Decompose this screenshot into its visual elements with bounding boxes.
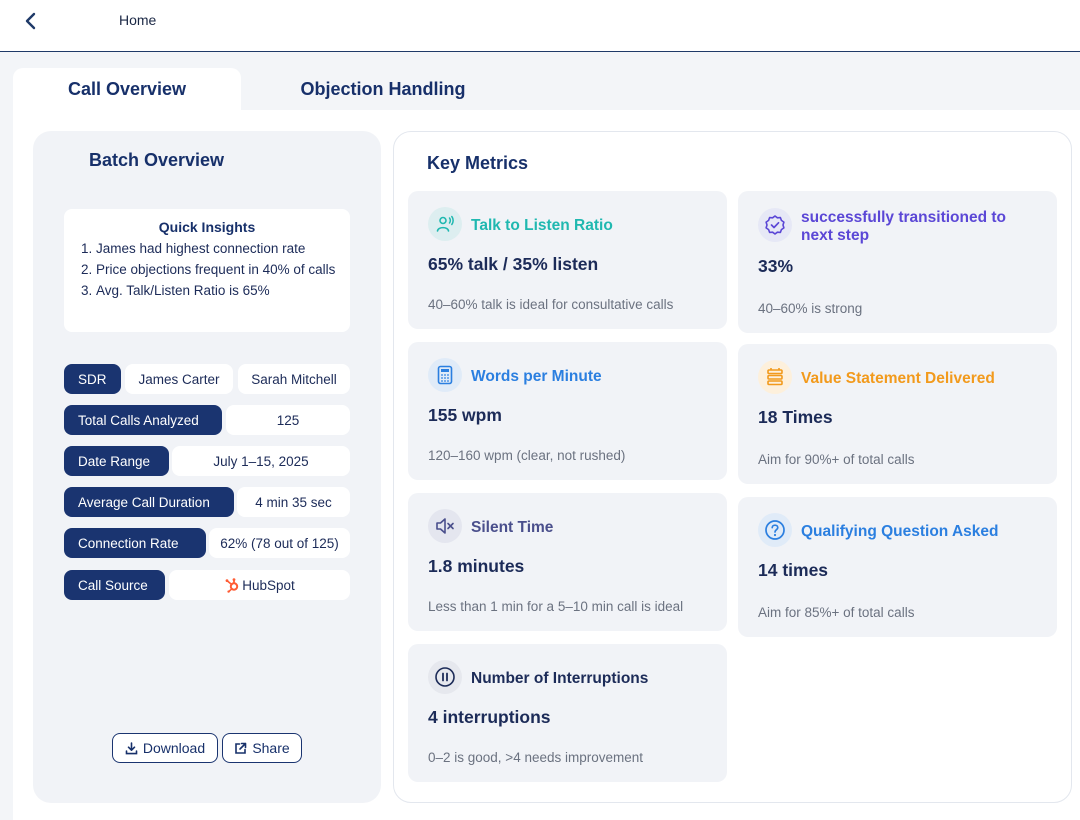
question-circle-icon (758, 513, 792, 547)
call-source-text: HubSpot (242, 577, 295, 593)
external-link-icon (235, 742, 247, 754)
metric-value: 4 interruptions (428, 707, 551, 727)
mute-speaker-icon (428, 509, 462, 543)
metric-note: 40–60% is strong (758, 301, 863, 316)
breadcrumb-home[interactable]: Home (119, 12, 156, 28)
key-metrics-title: Key Metrics (427, 153, 529, 173)
call-source-value: HubSpot (169, 570, 350, 600)
metric-value: 155 wpm (428, 405, 502, 425)
total-calls-value: 125 (226, 405, 350, 435)
date-range-value: July 1–15, 2025 (172, 446, 350, 476)
speaking-person-icon (428, 207, 462, 241)
total-calls-label: Total Calls Analyzed (64, 405, 222, 435)
metric-card-wpm: Words per Minute 155 wpm 120–160 wpm (cl… (408, 342, 727, 480)
metric-title: Words per Minute (471, 368, 602, 385)
metric-title: successfully transitioned to next step (801, 209, 1006, 244)
metric-title: Qualifying Question Asked (801, 523, 999, 540)
metric-value: 18 Times (758, 407, 833, 427)
metric-card-talk-listen: Talk to Listen Ratio 65% talk / 35% list… (408, 191, 727, 329)
chevron-left-icon (25, 12, 36, 30)
download-icon (125, 741, 138, 754)
share-label: Share (252, 740, 290, 756)
metric-note: 120–160 wpm (clear, not rushed) (428, 448, 626, 463)
back-button[interactable] (20, 10, 42, 32)
sdr-james-carter[interactable]: James Carter (125, 364, 233, 394)
connection-rate-label: Connection Rate (64, 528, 206, 558)
download-button[interactable]: Download (112, 733, 218, 763)
metric-title: Silent Time (471, 519, 554, 536)
stack-icon (758, 360, 792, 394)
date-range-label: Date Range (64, 446, 169, 476)
sdr-label: SDR (64, 364, 121, 394)
metric-value: 1.8 minutes (428, 556, 525, 576)
metric-note: Aim for 85%+ of total calls (758, 605, 915, 620)
metric-card-qualifying-question: Qualifying Question Asked 14 times Aim f… (738, 497, 1057, 637)
metric-note: 0–2 is good, >4 needs improvement (428, 750, 644, 765)
connection-rate-value: 62% (78 out of 125) (209, 528, 350, 558)
quick-insights-list: James had highest connection rate Price … (96, 238, 336, 301)
metric-card-transition: successfully transitioned to next step 3… (738, 191, 1057, 333)
metric-note: 40–60% talk is ideal for consultative ca… (428, 297, 674, 312)
metric-note: Aim for 90%+ of total calls (758, 452, 915, 467)
call-source-label: Call Source (64, 570, 165, 600)
hubspot-logo-icon (224, 577, 240, 593)
metric-title: Number of Interruptions (471, 670, 649, 687)
quick-insights-title: Quick Insights (158, 219, 256, 235)
share-button[interactable]: Share (222, 733, 302, 763)
insight-item: James had highest connection rate (96, 238, 336, 259)
pause-circle-icon (428, 660, 462, 694)
metric-note: Less than 1 min for a 5–10 min call is i… (428, 599, 684, 614)
metric-title: Talk to Listen Ratio (471, 217, 613, 234)
quick-insights-box: Quick Insights James had highest connect… (64, 209, 350, 332)
tab-call-overview[interactable]: Call Overview (13, 68, 241, 110)
metric-card-interruptions: Number of Interruptions 4 interruptions … (408, 644, 727, 782)
verified-badge-icon (758, 208, 792, 242)
top-bar: Home (0, 0, 1080, 52)
avg-duration-value: 4 min 35 sec (237, 487, 350, 517)
metric-title: Value Statement Delivered (801, 370, 995, 387)
metric-card-value-statement: Value Statement Delivered 18 Times Aim f… (738, 344, 1057, 484)
download-label: Download (142, 740, 206, 756)
metric-value: 33% (758, 256, 794, 276)
sdr-sarah-mitchell[interactable]: Sarah Mitchell (238, 364, 350, 394)
avg-duration-label: Average Call Duration (64, 487, 234, 517)
tab-objection-handling[interactable]: Objection Handling (241, 68, 525, 110)
metric-value: 65% talk / 35% listen (428, 254, 599, 274)
batch-overview-title: Batch Overview (89, 150, 225, 170)
insight-item: Price objections frequent in 40% of call… (96, 259, 336, 280)
calculator-icon (428, 358, 462, 392)
metric-card-silent-time: Silent Time 1.8 minutes Less than 1 min … (408, 493, 727, 631)
insight-item: Avg. Talk/Listen Ratio is 65% (96, 280, 336, 301)
metric-value: 14 times (758, 560, 829, 580)
